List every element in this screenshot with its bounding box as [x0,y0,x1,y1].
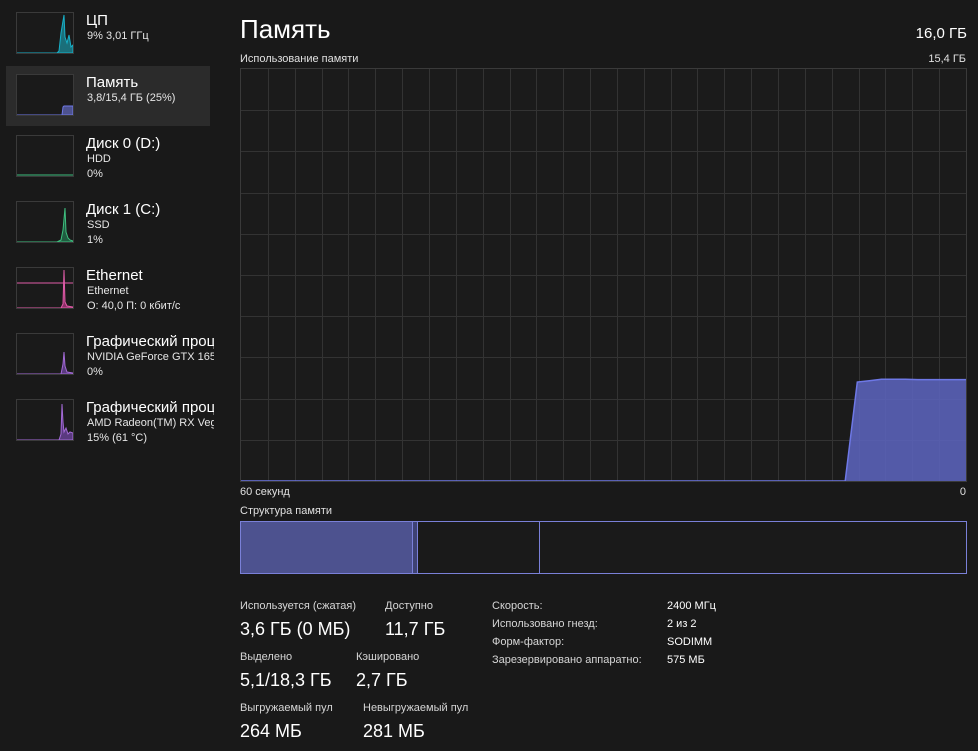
disk-graph-thumbnail [16,201,74,243]
usage-graph-max: 15,4 ГБ [928,53,966,65]
page-title: Память [240,14,331,44]
gpu-graph-thumbnail [16,399,74,441]
sidebar-item-gpu-0[interactable]: Графический процессор 0 NVIDIA GeForce G… [6,325,214,385]
speed-value: 2400 МГц [667,600,716,612]
available-label: Доступно [385,600,434,612]
sidebar-item-label: Графический процессор 1 [86,399,214,416]
sidebar-item-label: Память [86,74,139,91]
sidebar-item-disk-1[interactable]: Диск 1 (C:) SSD 1% [6,193,210,253]
usage-graph-label: Использование памяти [240,53,359,65]
sidebar-item-value: 15% (61 °C) [87,432,148,444]
form-factor-value: SODIMM [667,636,713,648]
sidebar: ЦП 9% 3,01 ГГц Память 3,8/15,4 ГБ (25%) … [0,0,214,751]
paged-pool-value: 264 МБ [240,721,302,741]
memory-structure-bar [240,521,967,574]
slots-used-label: Использовано гнезд: [492,618,598,630]
paged-pool-label: Выгружаемый пул [240,702,333,714]
nonpaged-pool-value: 281 МБ [363,721,425,741]
usage-area [241,379,966,481]
memory-graph-thumbnail [16,74,74,116]
cached-value: 2,7 ГБ [356,670,408,690]
memory-usage-chart [241,69,966,481]
sidebar-item-value: 0% [87,366,103,378]
hardware-reserved-label: Зарезервировано аппаратно: [492,654,642,666]
structure-standby-segment[interactable] [418,522,540,573]
sidebar-item-label: Диск 1 (C:) [86,201,161,218]
structure-in-use-segment[interactable] [241,522,412,573]
speed-label: Скорость: [492,600,543,612]
nonpaged-pool-label: Невыгружаемый пул [363,702,469,714]
sidebar-item-value: 0% [87,168,103,180]
sidebar-item-gpu-1[interactable]: Графический процессор 1 AMD Radeon(TM) R… [6,391,214,451]
sidebar-item-label: Диск 0 (D:) [86,135,161,152]
x-axis-end-label: 0 [959,486,966,498]
form-factor-label: Форм-фактор: [492,636,565,648]
slots-used-value: 2 из 2 [667,618,697,630]
cpu-graph-thumbnail [16,12,74,54]
sidebar-item-detail: SSD [87,219,110,231]
committed-label: Выделено [240,651,293,663]
cached-label: Кэшировано [356,651,420,663]
sidebar-item-ethernet[interactable]: Ethernet Ethernet О: 40,0 П: 0 кбит/с [6,259,210,319]
sidebar-item-value: О: 40,0 П: 0 кбит/с [87,300,181,312]
sidebar-item-detail: Ethernet [87,285,129,297]
sidebar-item-disk-0[interactable]: Диск 0 (D:) HDD 0% [6,127,210,187]
sidebar-item-label: Ethernet [86,267,143,284]
sidebar-item-detail: 3,8/15,4 ГБ (25%) [87,92,176,104]
sidebar-item-label: Графический процессор 0 [86,333,214,350]
memory-usage-graph [240,68,967,482]
x-axis-start-label: 60 секунд [240,486,290,498]
sidebar-item-detail: NVIDIA GeForce GTX 1650 [87,351,214,363]
total-memory: 16,0 ГБ [915,25,967,42]
disk-graph-thumbnail [16,135,74,177]
sidebar-item-detail: 9% 3,01 ГГц [87,30,149,42]
gpu-graph-thumbnail [16,333,74,375]
sidebar-item-detail: HDD [87,153,111,165]
sidebar-item-memory[interactable]: Память 3,8/15,4 ГБ (25%) [6,66,210,126]
network-graph-thumbnail [16,267,74,309]
in-use-label: Используется (сжатая) [240,600,357,612]
hardware-reserved-value: 575 МБ [667,654,705,666]
sidebar-item-detail: AMD Radeon(TM) RX Vega 10 Graphics [87,417,214,429]
in-use-value: 3,6 ГБ (0 МБ) [240,619,351,639]
sidebar-item-value: 1% [87,234,103,246]
available-value: 11,7 ГБ [385,619,446,639]
sidebar-item-label: ЦП [86,12,108,29]
committed-value: 5,1/18,3 ГБ [240,670,332,690]
memory-structure-label: Структура памяти [240,505,333,517]
sidebar-item-cpu[interactable]: ЦП 9% 3,01 ГГц [6,4,210,64]
